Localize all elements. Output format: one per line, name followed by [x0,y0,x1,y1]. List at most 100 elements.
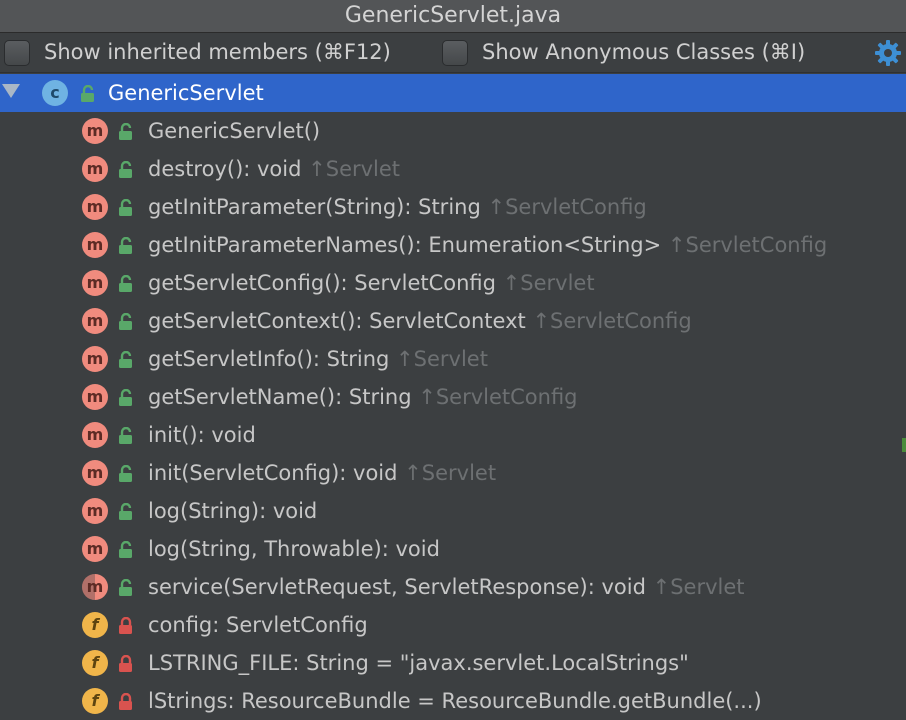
method-icon: m [82,498,108,524]
member-signature: log(String, Throwable): void [148,533,440,565]
public-lock-icon [119,427,132,444]
show-anonymous-label[interactable]: Show Anonymous Classes (⌘I) [482,37,805,67]
method-icon: m [82,156,108,182]
tree-root-row[interactable]: c GenericServlet [0,74,906,112]
tree-member-row[interactable]: m getServletInfo(): String ↑Servlet [0,340,906,378]
private-lock-icon [119,693,132,710]
public-lock-icon [119,389,132,406]
member-signature: log(String): void [148,495,317,527]
toolbar: Show inherited members (⌘F12) Show Anony… [0,33,906,73]
public-lock-icon [119,313,132,330]
private-lock-icon [119,655,132,672]
inherited-from-label: ↑ServletConfig [532,309,692,333]
tree-member-row[interactable]: f config: ServletConfig [0,606,906,644]
member-signature: destroy(): void ↑Servlet [148,153,400,185]
field-icon: f [82,650,108,676]
member-signature: init(): void [148,419,256,451]
tree-member-row[interactable]: m GenericServlet() [0,112,906,150]
tree-member-row[interactable]: f LSTRING_FILE: String = "javax.servlet.L… [0,644,906,682]
scroll-marker [902,438,906,452]
public-lock-icon [119,465,132,482]
inherited-from-label: ↑Servlet [502,271,595,295]
tree-member-row[interactable]: m log(String, Throwable): void [0,530,906,568]
member-signature: getServletContext(): ServletContext ↑Ser… [148,305,692,337]
inherited-from-label: ↑Servlet [652,575,745,599]
member-signature-text: config: ServletConfig [148,613,368,637]
tree-member-row[interactable]: m destroy(): void ↑Servlet [0,150,906,188]
member-signature-text: init(): void [148,423,256,447]
tree-member-row[interactable]: m log(String): void [0,492,906,530]
member-signature-text: lStrings: ResourceBundle = ResourceBundl… [148,689,762,713]
public-lock-icon [119,199,132,216]
method-icon: m [82,194,108,220]
tree-root-label: GenericServlet [108,81,264,105]
inherited-from-label: ↑Servlet [404,461,497,485]
tree-member-row[interactable]: m init(ServletConfig): void ↑Servlet [0,454,906,492]
public-lock-icon [119,579,132,596]
tree-member-row[interactable]: m getServletConfig(): ServletConfig ↑Serv… [0,264,906,302]
public-lock-icon [119,351,132,368]
member-signature: init(ServletConfig): void ↑Servlet [148,457,496,489]
public-lock-icon [119,503,132,520]
member-signature-text: getServletName(): String [148,385,412,409]
member-signature: getInitParameterNames(): Enumeration<Str… [148,229,827,261]
inherited-from-label: ↑ServletConfig [487,195,647,219]
tree-member-row[interactable]: m getServletContext(): ServletContext ↑Se… [0,302,906,340]
member-signature-text: log(String, Throwable): void [148,537,440,561]
structure-tree: c GenericServlet m GenericServlet() m destr… [0,74,906,720]
method-icon: m [82,460,108,486]
tree-member-row[interactable]: m service(ServletRequest, ServletResponse… [0,568,906,606]
method-icon: m [82,270,108,296]
class-icon: c [42,80,68,106]
member-signature: getServletConfig(): ServletConfig ↑Servl… [148,267,595,299]
member-signature: getInitParameter(String): String ↑Servle… [148,191,647,223]
member-signature-text: getInitParameterNames(): Enumeration<Str… [148,233,662,257]
member-signature: lStrings: ResourceBundle = ResourceBundl… [148,685,762,717]
member-signature-text: LSTRING_FILE: String = "javax.servlet.Lo… [148,651,689,675]
method-icon: m [82,232,108,258]
public-lock-icon [119,123,132,140]
tree-member-row[interactable]: m getInitParameterNames(): Enumeration<St… [0,226,906,264]
tree-member-row[interactable]: f lStrings: ResourceBundle = ResourceBund… [0,682,906,720]
tree-member-row[interactable]: m getServletName(): String ↑ServletConfig [0,378,906,416]
public-lock-icon [119,161,132,178]
method-icon: m [82,536,108,562]
member-signature: config: ServletConfig [148,609,368,641]
public-lock-icon [81,85,94,102]
method-icon: m [82,574,108,600]
inherited-from-label: ↑ServletConfig [418,385,578,409]
tree-member-row[interactable]: m init(): void [0,416,906,454]
member-signature-text: getServletInfo(): String [148,347,390,371]
member-signature: LSTRING_FILE: String = "javax.servlet.Lo… [148,647,689,679]
inherited-from-label: ↑ServletConfig [667,233,828,257]
member-signature: GenericServlet() [148,115,320,147]
method-icon: m [82,422,108,448]
member-signature: getServletInfo(): String ↑Servlet [148,343,488,375]
tree-member-row[interactable]: m getInitParameter(String): String ↑Servl… [0,188,906,226]
method-icon: m [82,308,108,334]
public-lock-icon [119,275,132,292]
member-signature-text: destroy(): void [148,157,302,181]
member-signature-text: getServletContext(): ServletContext [148,309,526,333]
inherited-from-label: ↑Servlet [396,347,488,371]
member-signature: getServletName(): String ↑ServletConfig [148,381,578,413]
method-icon: m [82,118,108,144]
method-icon: m [82,384,108,410]
inherited-from-label: ↑Servlet [308,157,401,181]
member-signature-text: getInitParameter(String): String [148,195,481,219]
member-signature-text: service(ServletRequest, ServletResponse)… [148,575,646,599]
member-signature: service(ServletRequest, ServletResponse)… [148,571,745,603]
gear-icon[interactable] [874,39,902,67]
show-anonymous-checkbox[interactable] [442,40,468,66]
field-icon: f [82,688,108,714]
field-icon: f [82,612,108,638]
expand-arrow-icon[interactable] [2,84,20,98]
member-signature-text: log(String): void [148,499,318,523]
show-inherited-checkbox[interactable] [4,40,30,66]
public-lock-icon [119,237,132,254]
method-icon: m [82,346,108,372]
show-inherited-label[interactable]: Show inherited members (⌘F12) [44,37,391,67]
private-lock-icon [119,617,132,634]
window-title: GenericServlet.java [0,0,906,33]
member-signature-text: GenericServlet() [148,119,321,143]
